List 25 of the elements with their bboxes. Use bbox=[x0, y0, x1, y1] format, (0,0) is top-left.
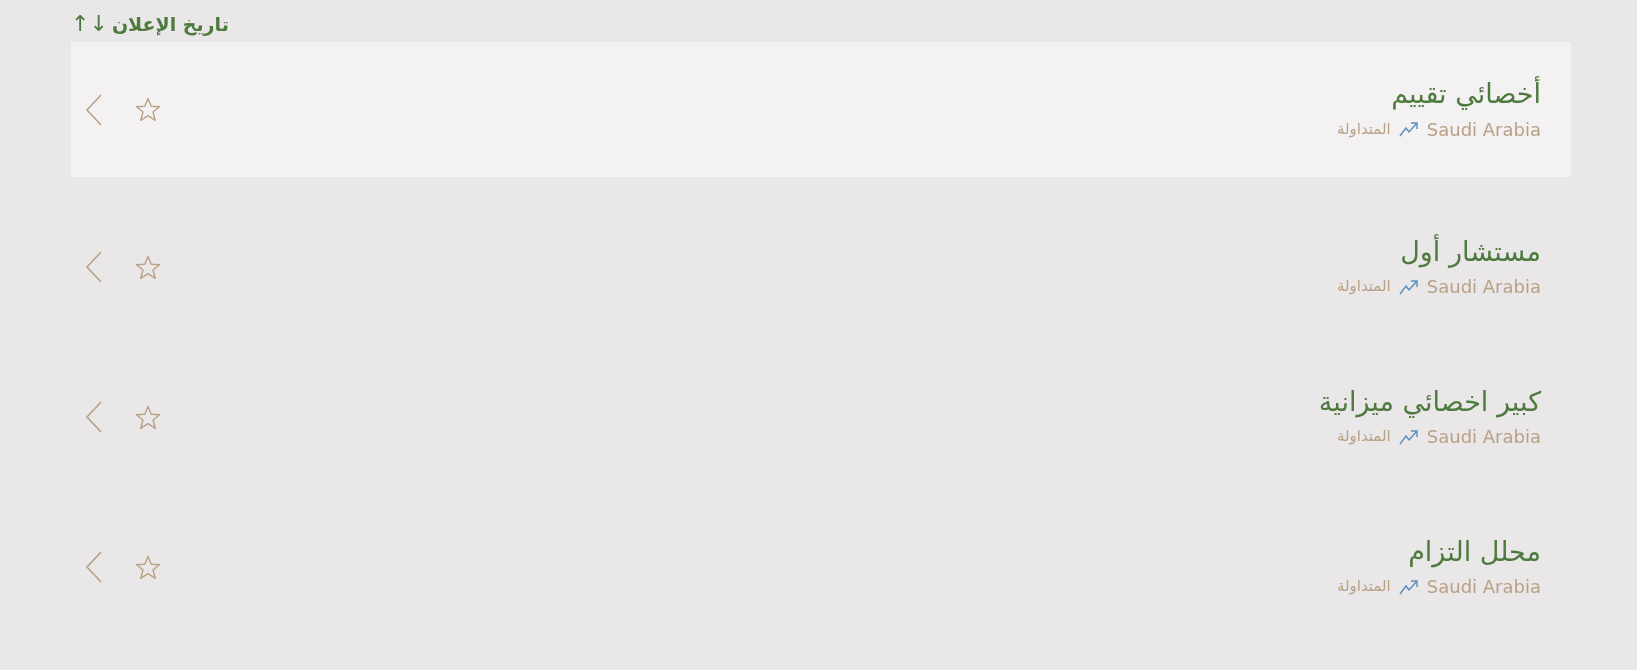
location-text: Saudi Arabia bbox=[1426, 275, 1541, 300]
location-text: Saudi Arabia bbox=[1426, 425, 1541, 450]
job-title[interactable]: مستشار أول bbox=[1400, 233, 1541, 270]
star-icon[interactable] bbox=[135, 404, 161, 430]
job-title[interactable]: كبير اخصائي ميزانية bbox=[1318, 383, 1541, 420]
star-icon[interactable] bbox=[135, 554, 161, 580]
location-text: Saudi Arabia bbox=[1426, 117, 1541, 142]
job-title[interactable]: أخصائي تقييم bbox=[1391, 76, 1541, 112]
chevron-left-icon[interactable] bbox=[85, 251, 103, 283]
trending-up-icon bbox=[1398, 121, 1419, 138]
company-text: المتداولة bbox=[1336, 576, 1391, 598]
star-icon[interactable] bbox=[135, 97, 161, 122]
chevron-left-icon[interactable] bbox=[85, 551, 103, 583]
location-text: Saudi Arabia bbox=[1426, 575, 1541, 600]
trending-up-icon bbox=[1398, 428, 1419, 445]
company-text: المتداولة bbox=[1336, 426, 1391, 448]
star-icon[interactable] bbox=[135, 254, 161, 280]
trending-up-icon bbox=[1398, 278, 1419, 295]
company-text: المتداولة bbox=[1336, 118, 1391, 140]
chevron-left-icon[interactable] bbox=[85, 93, 103, 126]
job-title[interactable]: محلل التزام bbox=[1408, 533, 1541, 570]
trending-up-icon bbox=[1398, 578, 1419, 595]
chevron-left-icon[interactable] bbox=[85, 401, 103, 433]
company-text: المتداولة bbox=[1336, 276, 1391, 298]
sort-button[interactable]: ↑↓ تاريخ الإعلان bbox=[71, 6, 229, 42]
